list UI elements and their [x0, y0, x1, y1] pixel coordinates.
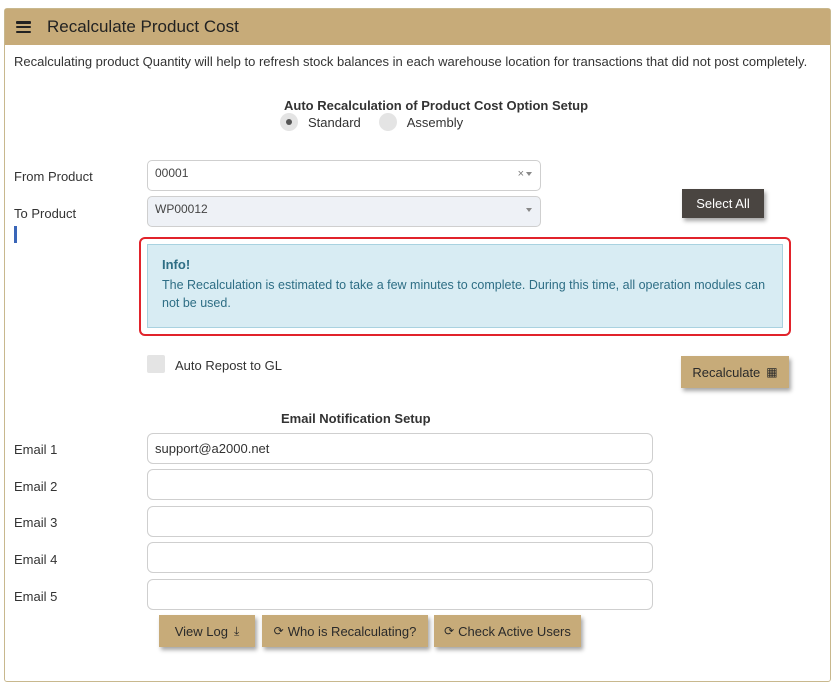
- recalculate-label: Recalculate: [692, 364, 761, 380]
- email-2-input[interactable]: [147, 469, 653, 500]
- view-log-label: View Log: [174, 623, 228, 639]
- view-log-button[interactable]: View Log ⤓: [159, 615, 255, 647]
- email-setup-title: Email Notification Setup: [281, 411, 431, 426]
- check-active-users-label: Check Active Users: [458, 623, 571, 639]
- option-setup-title: Auto Recalculation of Product Cost Optio…: [284, 98, 589, 113]
- email-1-input[interactable]: [147, 433, 653, 464]
- clear-caret-icon[interactable]: ×: [518, 168, 532, 180]
- email-1-label: Email 1: [14, 442, 58, 457]
- who-is-recalculating-button[interactable]: ⟳ Who is Recalculating?: [262, 615, 428, 647]
- info-title: Info!: [162, 257, 191, 272]
- intro-text: Recalculating product Quantity will help…: [14, 54, 808, 69]
- standard-radio-label: Standard: [308, 114, 361, 130]
- download-icon: ⤓: [233, 623, 240, 638]
- cost-option-radio-group: Standard Assembly: [280, 113, 481, 131]
- to-product-select[interactable]: WP00012: [147, 196, 541, 227]
- select-all-button[interactable]: Select All: [682, 189, 764, 218]
- refresh-icon: ⟳: [273, 624, 284, 638]
- info-alert: Info! The Recalculation is estimated to …: [147, 244, 783, 328]
- page-title: Recalculate Product Cost: [47, 17, 239, 36]
- who-is-recalculating-label: Who is Recalculating?: [287, 623, 417, 639]
- from-product-label: From Product: [14, 169, 93, 184]
- email-5-label: Email 5: [14, 589, 58, 604]
- refresh-icon: ⟳: [444, 624, 455, 638]
- assembly-radio[interactable]: [378, 113, 397, 131]
- auto-repost-label: Auto Repost to GL: [175, 358, 282, 373]
- from-product-select[interactable]: 00001 ×: [147, 160, 541, 191]
- assembly-radio-label: Assembly: [406, 114, 464, 130]
- auto-repost-checkbox[interactable]: [147, 355, 165, 373]
- check-active-users-button[interactable]: ⟳ Check Active Users: [434, 615, 581, 647]
- to-product-value: WP00012: [155, 202, 208, 216]
- email-5-input[interactable]: [147, 579, 653, 610]
- email-2-label: Email 2: [14, 479, 58, 494]
- focus-indicator: [14, 226, 17, 243]
- to-product-label: To Product: [14, 206, 77, 221]
- email-3-input[interactable]: [147, 506, 653, 537]
- email-4-input[interactable]: [147, 542, 653, 573]
- email-3-label: Email 3: [14, 515, 58, 530]
- page-header: Recalculate Product Cost: [5, 9, 830, 45]
- calculator-icon: ▦: [766, 365, 778, 379]
- info-highlight: Info! The Recalculation is estimated to …: [139, 237, 791, 336]
- info-text: The Recalculation is estimated to take a…: [162, 278, 766, 310]
- from-product-value: 00001: [155, 166, 189, 180]
- email-4-label: Email 4: [14, 552, 58, 567]
- recalculate-button[interactable]: Recalculate ▦: [681, 356, 789, 388]
- chevron-down-icon[interactable]: [524, 204, 532, 216]
- standard-radio[interactable]: [280, 113, 298, 131]
- hamburger-icon[interactable]: [16, 21, 31, 33]
